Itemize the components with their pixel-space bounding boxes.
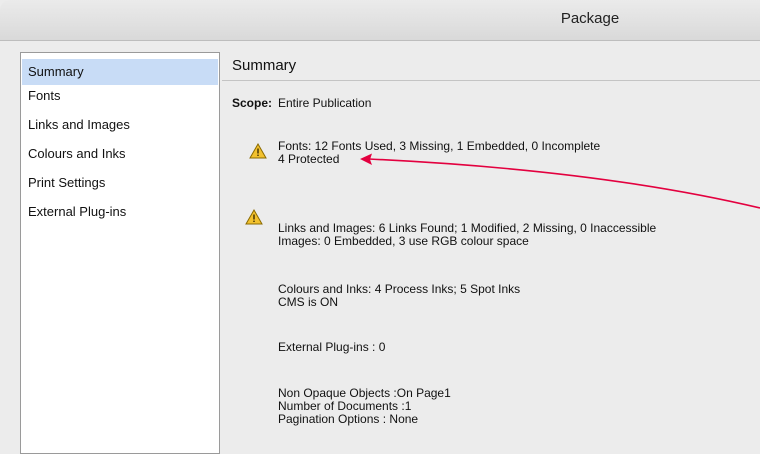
package-dialog: Summary Fonts Links and Images Colours a… — [0, 41, 760, 454]
pagination-line: Pagination Options : None — [278, 412, 419, 426]
sidebar-item-label: Summary — [28, 64, 84, 79]
sidebar-item-label: Colours and Inks — [28, 146, 126, 161]
window-title: Package — [560, 10, 620, 27]
sidebar-item-label: External Plug-ins — [28, 204, 127, 219]
scope-value: Entire Publication — [278, 96, 372, 110]
fonts-protected-line: 4 Protected — [278, 152, 340, 166]
plugins-summary-line: External Plug-ins : 0 — [278, 340, 386, 354]
non-opaque-line: Non Opaque Objects :On Page1 — [278, 386, 451, 400]
section-title: Summary — [232, 57, 297, 74]
sidebar: Summary Fonts Links and Images Colours a… — [20, 52, 220, 454]
warning-icon — [245, 209, 263, 225]
sidebar-item-print-settings[interactable]: Print Settings — [22, 170, 218, 196]
images-summary-line: Images: 0 Embedded, 3 use RGB colour spa… — [278, 234, 529, 248]
title-bar: Package — [0, 0, 760, 41]
warning-icon — [249, 143, 267, 159]
sidebar-item-links-and-images[interactable]: Links and Images — [22, 112, 218, 138]
sidebar-item-label: Print Settings — [28, 175, 106, 190]
links-summary-line: Links and Images: 6 Links Found; 1 Modif… — [278, 221, 657, 235]
section-divider — [222, 80, 760, 81]
sidebar-item-summary[interactable]: Summary — [22, 59, 218, 85]
sidebar-item-fonts[interactable]: Fonts — [22, 83, 218, 109]
fonts-summary-line: Fonts: 12 Fonts Used, 3 Missing, 1 Embed… — [278, 139, 601, 153]
documents-count-line: Number of Documents :1 — [278, 399, 412, 413]
cms-status-line: CMS is ON — [278, 295, 338, 309]
scope-label: Scope: — [232, 96, 273, 110]
sidebar-item-label: Fonts — [28, 88, 61, 103]
sidebar-item-colours-and-inks[interactable]: Colours and Inks — [22, 141, 218, 167]
colours-summary-line: Colours and Inks: 4 Process Inks; 5 Spot… — [278, 282, 521, 296]
sidebar-item-external-plug-ins[interactable]: External Plug-ins — [22, 199, 218, 225]
sidebar-item-label: Links and Images — [28, 117, 130, 132]
